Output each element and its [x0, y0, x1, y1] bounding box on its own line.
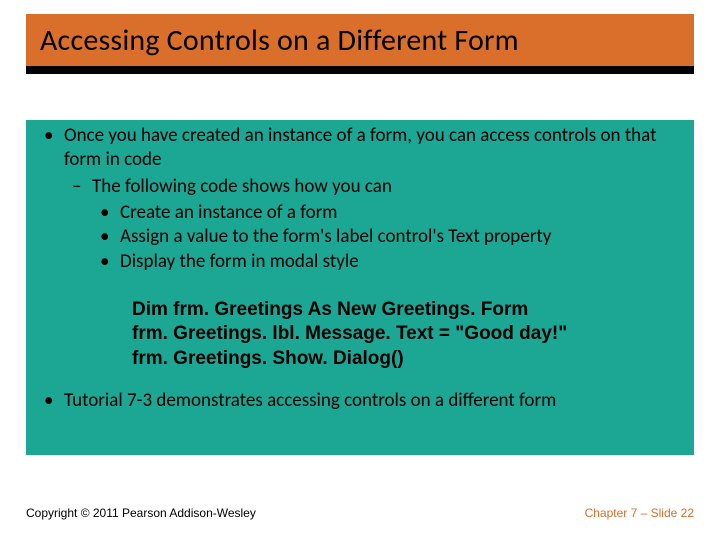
- bullet-1-1-3-text: Display the form in modal style: [120, 250, 359, 273]
- bullet-2: Tutorial 7-3 demonstrates accessing cont…: [36, 389, 686, 413]
- bullet-1: Once you have created an instance of a f…: [36, 124, 686, 274]
- bullet-1-1-2-text: Assign a value to the form's label contr…: [120, 225, 551, 248]
- code-block: Dim frm. Greetings As New Greetings. For…: [132, 298, 686, 371]
- bullet-1-1-3: Display the form in modal style: [92, 250, 686, 274]
- footer-copyright: Copyright © 2011 Pearson Addison-Wesley: [26, 506, 256, 520]
- bullet-1-1: The following code shows how you can Cre…: [64, 175, 686, 274]
- code-line-3: frm. Greetings. Show. Dialog(): [132, 347, 686, 371]
- bullet-1-1-1: Create an instance of a form: [92, 201, 686, 225]
- footer-page: Chapter 7 – Slide 22: [585, 506, 694, 520]
- slide-title: Accessing Controls on a Different Form: [40, 22, 519, 59]
- bullet-2-text: Tutorial 7-3 demonstrates accessing cont…: [64, 389, 556, 412]
- title-shadow: Accessing Controls on a Different Form: [26, 14, 694, 74]
- bullet-1-1-2: Assign a value to the form's label contr…: [92, 225, 686, 249]
- bullet-1-1-1-text: Create an instance of a form: [120, 201, 337, 224]
- slide: Accessing Controls on a Different Form O…: [0, 0, 720, 540]
- code-line-2: frm. Greetings. lbl. Message. Text = "Go…: [132, 322, 686, 346]
- title-bar: Accessing Controls on a Different Form: [26, 14, 694, 66]
- code-line-1: Dim frm. Greetings As New Greetings. For…: [132, 298, 686, 322]
- bullet-1-text: Once you have created an instance of a f…: [64, 124, 656, 171]
- bullet-1-1-text: The following code shows how you can: [92, 175, 392, 198]
- body-content: Once you have created an instance of a f…: [36, 124, 686, 415]
